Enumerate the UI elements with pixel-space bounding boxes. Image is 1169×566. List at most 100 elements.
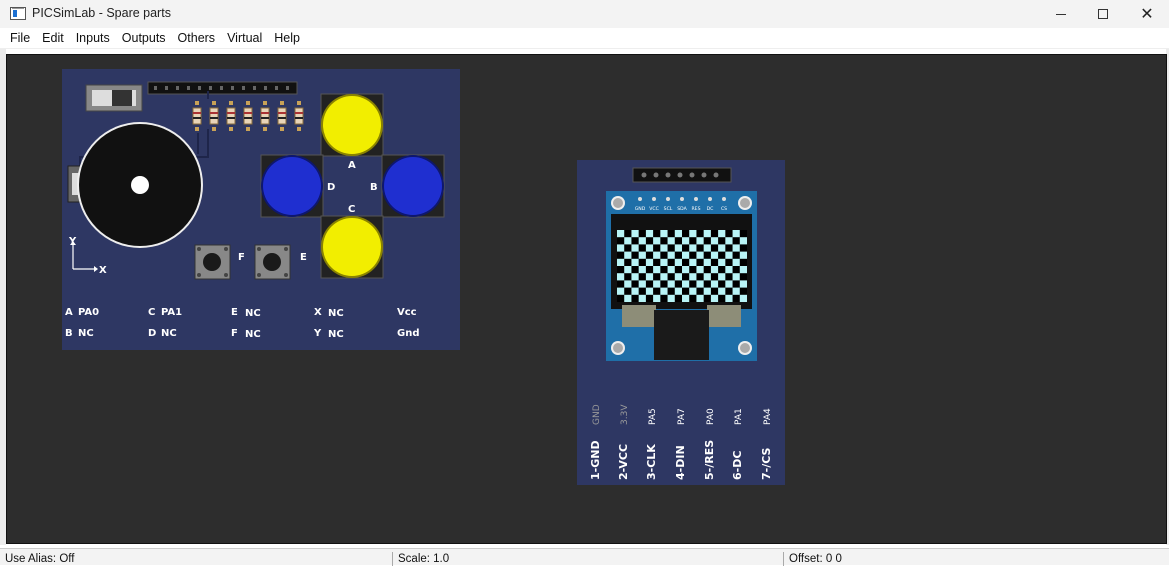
menu-inputs[interactable]: Inputs (70, 28, 116, 49)
gamepad-board[interactable]: Y X A D B C F E A PA0 B NC C PA1 D NC E … (62, 69, 460, 350)
oled-pin-label: 2-VCC (617, 444, 630, 480)
oled-pixel (631, 273, 639, 281)
maximize-button[interactable] (1080, 0, 1126, 28)
oled-pin-header (632, 167, 732, 183)
oled-pixel (710, 266, 719, 274)
button-e[interactable] (254, 244, 291, 280)
oled-pin-connection: PA5 (648, 408, 658, 425)
axis-y-label: Y (68, 236, 77, 247)
oled-pixel (667, 251, 675, 259)
pin-map-value: NC (245, 329, 261, 340)
oled-pixel (638, 237, 646, 245)
oled-pixel (631, 244, 639, 252)
button-c[interactable] (320, 215, 384, 279)
menu-file[interactable]: File (4, 28, 36, 49)
oled-pixel (739, 294, 747, 302)
pin-map-key: Gnd (397, 328, 420, 339)
pin-map-value: NC (245, 308, 261, 319)
oled-pixel (660, 273, 668, 281)
oled-header-pin-label: RES (691, 206, 700, 212)
oled-pixel (667, 266, 675, 274)
power-switch[interactable] (85, 84, 143, 112)
oled-pin-label: 6-DC (731, 451, 744, 480)
status-offset: Offset: 0 0 (783, 552, 842, 566)
oled-pin-label: 5-/RES (703, 440, 716, 480)
oled-pixel (624, 237, 632, 245)
oled-pixel (645, 244, 654, 252)
pin-map-key: D (148, 328, 156, 339)
oled-pixel (718, 230, 726, 238)
button-b-label: B (370, 182, 378, 193)
oled-pixel (617, 273, 625, 281)
menu-others[interactable]: Others (172, 28, 222, 49)
oled-pixel (725, 266, 733, 274)
oled-pixel (696, 266, 704, 274)
oled-pixel (703, 273, 711, 281)
oled-pixel (624, 251, 632, 259)
pin-map-key: F (231, 328, 238, 339)
button-b[interactable] (381, 154, 445, 218)
oled-pixel (674, 273, 682, 281)
oled-pixel (682, 294, 690, 302)
oled-header-pin-label: DC (707, 206, 714, 212)
menu-edit[interactable]: Edit (36, 28, 70, 49)
oled-pixel (653, 237, 661, 245)
oled-pixel (732, 230, 740, 238)
oled-header-pin-label: SDA (677, 206, 687, 212)
oled-screen (617, 230, 747, 302)
button-d[interactable] (260, 154, 324, 218)
oled-pin-connection: PA4 (763, 408, 773, 425)
pin-map-key: X (314, 307, 322, 318)
oled-pixel (725, 294, 733, 302)
oled-pixel (689, 244, 697, 252)
gamepad-pin-header (147, 81, 298, 95)
oled-pixel (682, 237, 690, 245)
oled-pixel (674, 230, 682, 238)
oled-pixel (617, 287, 625, 295)
oled-pixel (703, 287, 711, 295)
oled-pixel (682, 266, 690, 274)
button-f[interactable] (194, 244, 231, 280)
oled-pixel (696, 251, 704, 259)
workspace-canvas[interactable]: Y X A D B C F E A PA0 B NC C PA1 D NC E … (6, 54, 1167, 544)
button-a[interactable] (320, 93, 384, 157)
oled-pixel (689, 287, 697, 295)
oled-pixel (624, 280, 632, 288)
oled-pixel (653, 280, 661, 288)
pin-map-key: A (65, 307, 73, 318)
oled-header-pin-label: SCL (664, 206, 673, 212)
pin-map-value: PA0 (78, 307, 99, 318)
menu-outputs[interactable]: Outputs (116, 28, 172, 49)
menu-virtual[interactable]: Virtual (221, 28, 268, 49)
oled-pixel (739, 251, 747, 259)
oled-pixel (718, 258, 726, 266)
oled-pixel (660, 230, 668, 238)
oled-pixel (667, 280, 675, 288)
oled-pixel (682, 280, 690, 288)
oled-header-pin-label: GND (635, 206, 646, 212)
oled-pixel (653, 251, 661, 259)
close-icon: ✕ (1140, 6, 1154, 23)
oled-pixel (667, 237, 675, 245)
button-a-label: A (348, 160, 356, 171)
button-c-label: C (348, 204, 355, 215)
close-button[interactable]: ✕ (1124, 0, 1169, 28)
oled-pin-connection: PA7 (677, 408, 687, 425)
pin-map-key: B (65, 328, 73, 339)
oled-board[interactable]: GND VCC SCL SDA RES DC CS 1-GND 2-VCC 3-… (577, 160, 785, 485)
oled-pixel (631, 258, 639, 266)
oled-pixel (653, 266, 661, 274)
minimize-button[interactable] (1038, 0, 1084, 28)
oled-pin-label: 7-/CS (760, 447, 773, 480)
oled-pixel (689, 230, 697, 238)
pin-map-value: NC (161, 328, 177, 339)
oled-pixel (718, 244, 726, 252)
status-alias: Use Alias: Off (5, 553, 75, 565)
joystick-knob[interactable] (131, 176, 149, 194)
oled-pixel (725, 237, 733, 245)
oled-pixel (667, 294, 675, 302)
menu-help[interactable]: Help (268, 28, 306, 49)
oled-pixel (638, 280, 646, 288)
pin-map-value: NC (328, 308, 344, 319)
oled-pixel (674, 244, 682, 252)
